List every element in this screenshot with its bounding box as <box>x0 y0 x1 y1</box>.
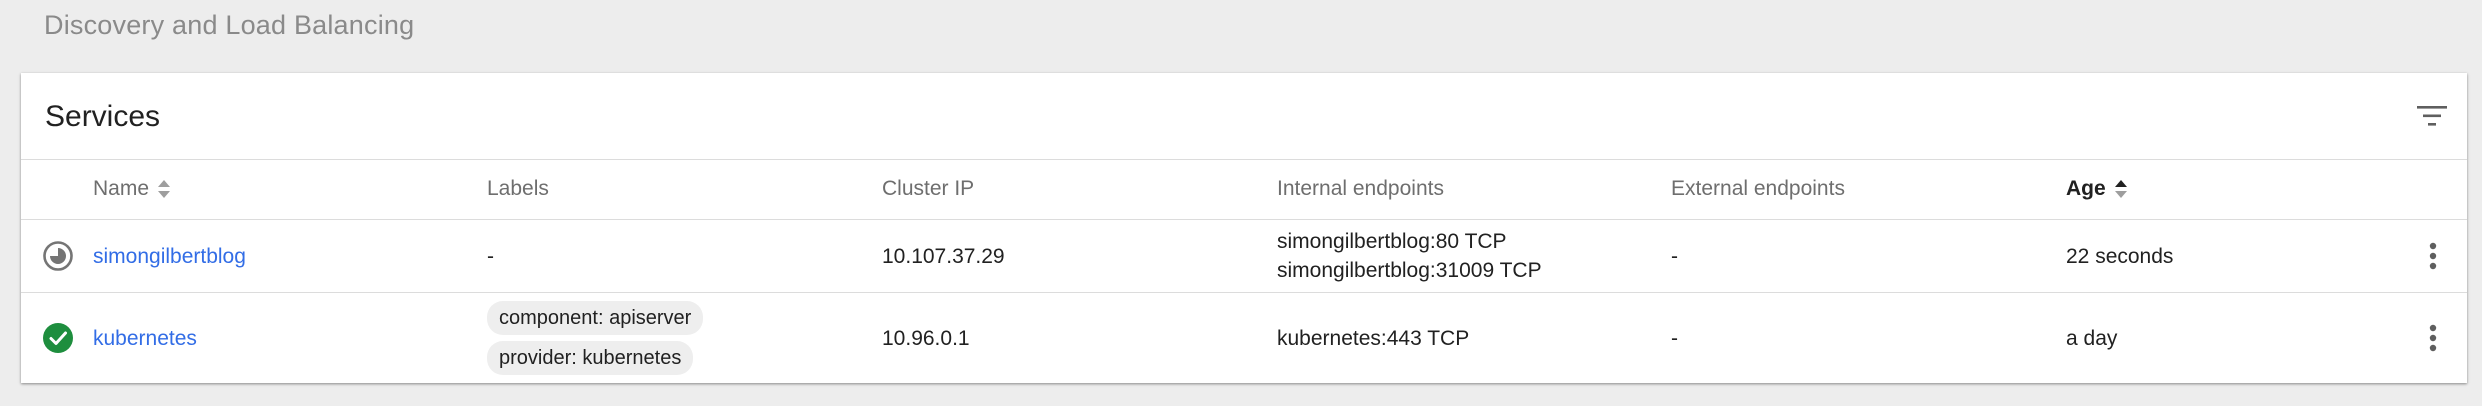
internal-endpoints-cell: simongilbertblog:80 TCP simongilbertblog… <box>1277 220 1542 292</box>
external-endpoints-cell: - <box>1671 244 1678 268</box>
labels-cell: component: apiserver provider: kubernete… <box>487 293 704 383</box>
column-header-name[interactable]: Name <box>93 159 171 219</box>
services-title: Services <box>45 100 161 133</box>
pending-clock-icon <box>43 241 73 271</box>
column-header-external-endpoints: External endpoints <box>1671 177 1845 200</box>
service-name-cell: kubernetes <box>93 293 197 383</box>
services-card-header: Services <box>21 73 2467 160</box>
table-row: kubernetes component: apiserver provider… <box>21 293 2467 383</box>
column-header-labels: Labels <box>487 177 549 200</box>
sort-icon[interactable] <box>157 178 171 200</box>
filter-list-icon <box>2417 106 2447 126</box>
service-name-cell: simongilbertblog <box>93 220 246 292</box>
more-vert-icon <box>2429 324 2437 352</box>
age-cell: a day <box>2066 326 2118 350</box>
label-chip: component: apiserver <box>487 301 704 335</box>
services-card: Services Name Labels Cluster IP Internal… <box>21 73 2467 383</box>
internal-endpoints-cell: kubernetes:443 TCP <box>1277 293 1469 383</box>
section-title: Discovery and Load Balancing <box>44 10 415 40</box>
service-name-link[interactable]: kubernetes <box>93 324 197 353</box>
filter-button[interactable] <box>2411 95 2453 137</box>
row-actions-button[interactable] <box>2421 236 2445 276</box>
column-header-age-label: Age <box>2066 177 2106 200</box>
external-endpoints-cell: - <box>1671 326 1678 350</box>
sort-ascending-icon[interactable] <box>2114 178 2128 200</box>
more-vert-icon <box>2429 242 2437 270</box>
row-actions-button[interactable] <box>2421 318 2445 358</box>
column-header-cluster-ip: Cluster IP <box>882 177 975 200</box>
internal-endpoint: simongilbertblog:31009 TCP <box>1277 259 1542 282</box>
labels-cell: - <box>487 244 494 268</box>
table-header: Name Labels Cluster IP Internal endpoint… <box>21 159 2467 220</box>
check-circle-icon <box>43 323 73 353</box>
cluster-ip-cell: 10.107.37.29 <box>882 244 1005 268</box>
column-header-age[interactable]: Age <box>2066 159 2128 219</box>
service-name-link[interactable]: simongilbertblog <box>93 242 246 271</box>
column-header-name-label: Name <box>93 177 150 200</box>
label-chip: provider: kubernetes <box>487 341 694 375</box>
internal-endpoint: kubernetes:443 TCP <box>1277 326 1470 350</box>
age-cell: 22 seconds <box>2066 244 2174 268</box>
internal-endpoint: simongilbertblog:80 TCP <box>1277 230 1507 253</box>
cluster-ip-cell: 10.96.0.1 <box>882 326 970 350</box>
column-header-internal-endpoints: Internal endpoints <box>1277 177 1444 200</box>
table-row: simongilbertblog - 10.107.37.29 simongil… <box>21 220 2467 293</box>
